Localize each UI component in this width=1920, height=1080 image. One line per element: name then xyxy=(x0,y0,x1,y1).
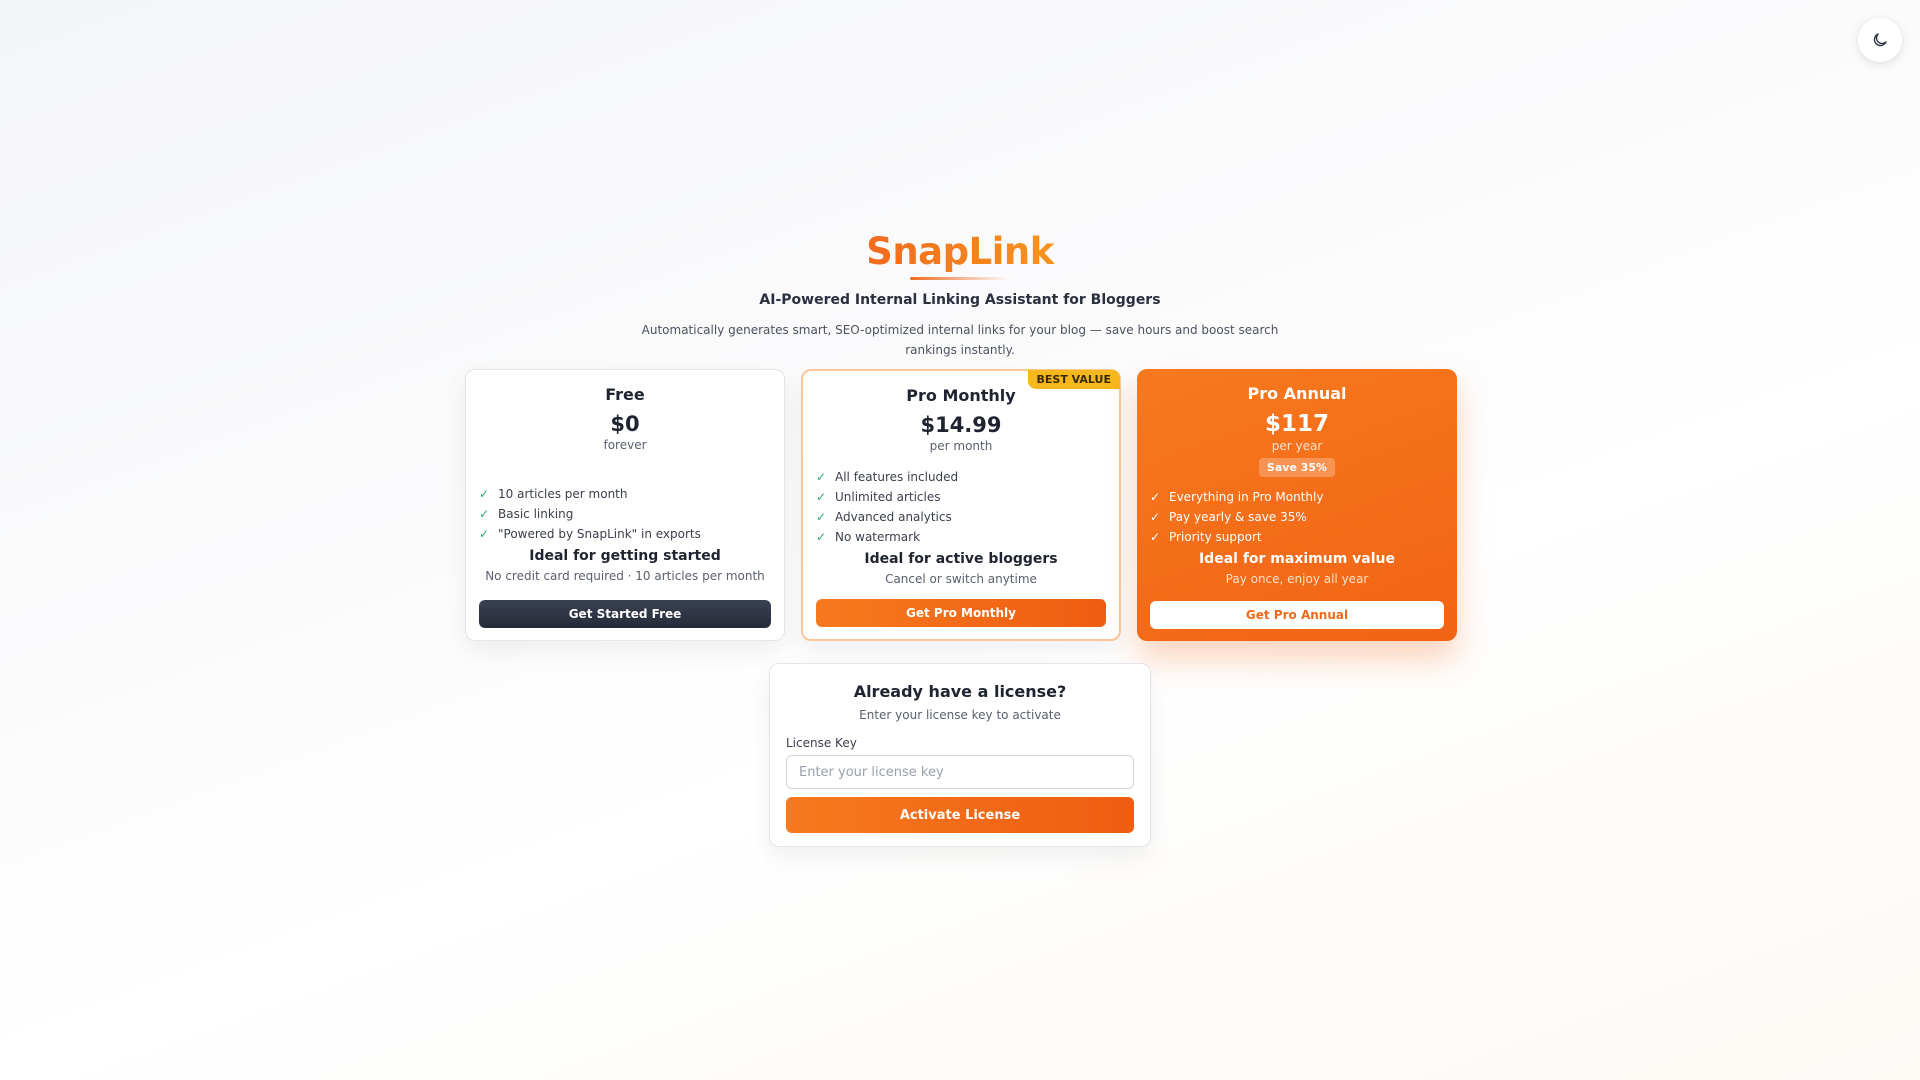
check-icon: ✓ xyxy=(816,510,827,524)
plan-price: $14.99 xyxy=(920,413,1002,437)
hero-description: Automatically generates smart, SEO-optim… xyxy=(641,322,1279,357)
plan-ideal: Ideal for getting started xyxy=(529,548,721,564)
check-icon: ✓ xyxy=(816,490,827,504)
plan-price: $0 xyxy=(610,412,640,436)
get-pro-annual-button[interactable]: Get Pro Annual xyxy=(1150,601,1444,629)
check-icon: ✓ xyxy=(479,527,490,541)
check-icon: ✓ xyxy=(1150,490,1161,504)
plan-subtext: Cancel or switch anytime xyxy=(885,572,1037,586)
tagline: AI-Powered Internal Linking Assistant fo… xyxy=(759,291,1161,308)
get-pro-monthly-button[interactable]: Get Pro Monthly xyxy=(816,599,1106,627)
plan-card-pro-annual: Pro Annual $117 per year Save 35% ✓ Every… xyxy=(1137,369,1457,641)
check-icon: ✓ xyxy=(1150,510,1161,524)
feature-item: ✓ Basic linking xyxy=(479,504,771,524)
feature-item: ✓ "Powered by SnapLink" in exports xyxy=(479,524,771,544)
check-icon: ✓ xyxy=(816,530,827,544)
save-badge: Save 35% xyxy=(1258,458,1336,477)
pricing-plans: Free $0 forever ✓ 10 articles per month ✓… xyxy=(465,369,1457,641)
license-key-input[interactable] xyxy=(786,755,1134,789)
plan-period: per year xyxy=(1271,439,1323,453)
brand-logo: SnapLink xyxy=(866,230,1054,273)
feature-item: ✓ Unlimited articles xyxy=(816,487,1106,507)
feature-item: ✓ Pay yearly & save 35% xyxy=(1150,507,1444,527)
best-value-badge: BEST VALUE xyxy=(1027,370,1120,389)
moon-icon xyxy=(1873,33,1887,47)
feature-item: ✓ Advanced analytics xyxy=(816,507,1106,527)
plan-card-free: Free $0 forever ✓ 10 articles per month ✓… xyxy=(465,369,785,641)
plan-subtext: Pay once, enjoy all year xyxy=(1225,572,1369,586)
get-started-free-button[interactable]: Get Started Free xyxy=(479,600,771,628)
license-panel: Already have a license? Enter your licen… xyxy=(769,663,1151,847)
plan-card-pro-monthly: BEST VALUE Pro Monthly $14.99 per month … xyxy=(801,369,1121,641)
activate-license-button[interactable]: Activate License xyxy=(786,797,1134,833)
feature-item: ✓ All features included xyxy=(816,467,1106,487)
license-title: Already have a license? xyxy=(853,682,1067,701)
license-key-label: License Key xyxy=(786,736,857,750)
feature-list: ✓ Everything in Pro Monthly ✓ Pay yearly &… xyxy=(1150,487,1444,547)
feature-list: ✓ All features included ✓ Unlimited articl… xyxy=(816,467,1106,547)
plan-price: $117 xyxy=(1264,411,1329,437)
plan-subtext: No credit card required · 10 articles pe… xyxy=(485,569,765,583)
hero-section: SnapLink AI-Powered Internal Linking Ass… xyxy=(0,230,1920,360)
plan-name: Free xyxy=(605,385,645,404)
plan-period: per month xyxy=(929,439,993,453)
plan-ideal: Ideal for maximum value xyxy=(1198,551,1396,567)
feature-item: ✓ 10 articles per month xyxy=(479,484,771,504)
license-subtitle: Enter your license key to activate xyxy=(859,708,1061,722)
plan-period: forever xyxy=(603,438,647,452)
check-icon: ✓ xyxy=(479,487,490,501)
feature-item: ✓ No watermark xyxy=(816,527,1106,547)
check-icon: ✓ xyxy=(816,470,827,484)
check-icon: ✓ xyxy=(1150,530,1161,544)
check-icon: ✓ xyxy=(479,507,490,521)
theme-toggle-button[interactable] xyxy=(1858,18,1902,62)
brand-underline xyxy=(910,276,1010,280)
feature-item: ✓ Priority support xyxy=(1150,527,1444,547)
feature-list: ✓ 10 articles per month ✓ Basic linking ✓ "… xyxy=(479,484,771,544)
feature-item: ✓ Everything in Pro Monthly xyxy=(1150,487,1444,507)
plan-ideal: Ideal for active bloggers xyxy=(864,551,1058,567)
plan-name: Pro Annual xyxy=(1247,384,1347,403)
